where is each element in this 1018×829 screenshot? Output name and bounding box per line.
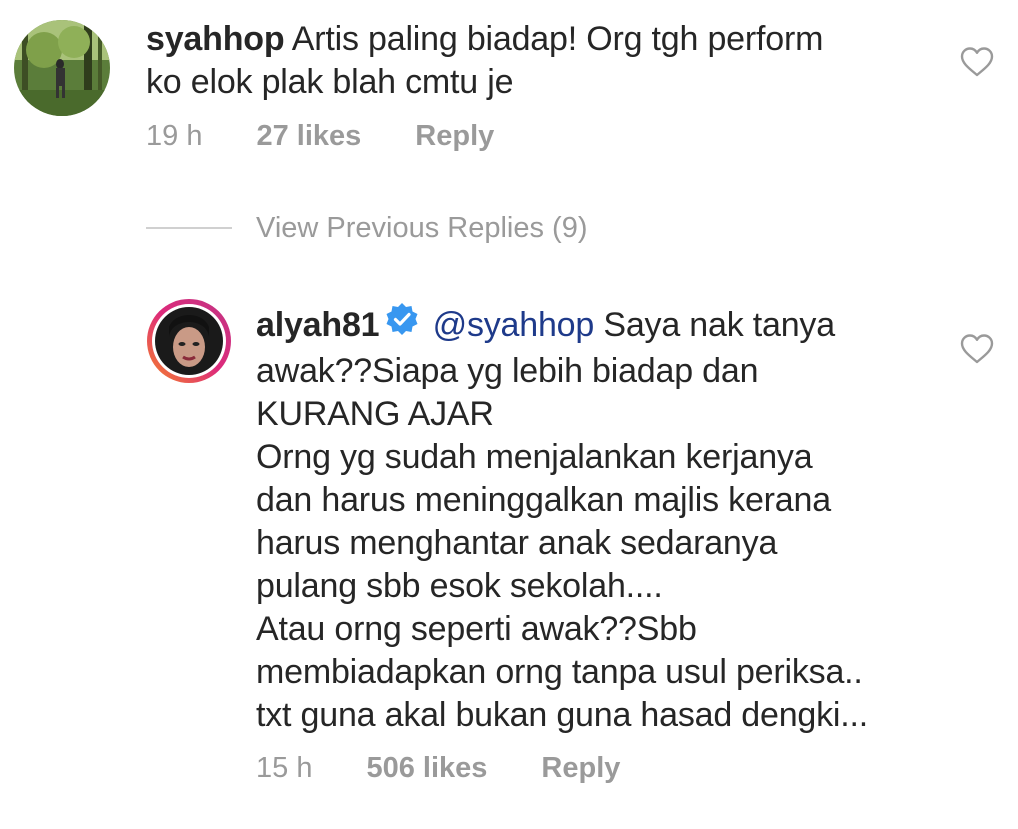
forest-photo-icon: [14, 20, 110, 116]
comment-body-line: Atau orng seperti awak??Sbb: [256, 609, 697, 648]
timestamp: 15 h: [256, 752, 313, 784]
timestamp: 19 h: [146, 120, 203, 152]
comment-body-line: txt guna akal bukan guna hasad dengki...: [256, 695, 869, 734]
comment-text-alyah81: alyah81 @syahhop Saya nak tanya awak??Si…: [256, 302, 869, 737]
comment-body-line: KURANG AJAR: [256, 394, 494, 433]
likes-count[interactable]: 506 likes: [366, 752, 487, 785]
comment-text-syahhop: syahhop Artis paling biadap! Org tgh per…: [146, 18, 823, 104]
comment-body-line: harus menghantar anak sedaranya: [256, 523, 778, 562]
comment-body-line: awak??Siapa yg lebih biadap dan: [256, 351, 759, 390]
comment-body-line: dan harus meninggalkan majlis kerana: [256, 480, 831, 519]
likes-count[interactable]: 27 likes: [256, 120, 361, 153]
heart-icon[interactable]: [960, 46, 994, 78]
comment-body-line: ko elok plak blah cmtu je: [146, 63, 514, 101]
view-previous-replies-button[interactable]: View Previous Replies (9): [256, 212, 588, 245]
divider: [146, 227, 232, 229]
avatar-syahhop[interactable]: [14, 20, 110, 116]
username-alyah81[interactable]: alyah81: [256, 306, 380, 344]
comment-body-line: pulang sbb esok sekolah....: [256, 566, 663, 605]
verified-badge-icon: [385, 302, 419, 347]
heart-icon[interactable]: [960, 333, 994, 365]
comment-meta-syahhop: 19 h 27 likes Reply: [146, 120, 494, 153]
comment-body-line: Saya nak tanya: [603, 306, 835, 344]
mention-link[interactable]: @syahhop: [433, 306, 595, 344]
username-syahhop[interactable]: syahhop: [146, 20, 285, 58]
comment-body-line: Orng yg sudah menjalankan kerjanya: [256, 437, 813, 476]
comment-body-line: Artis paling biadap! Org tgh perform: [291, 20, 824, 58]
reply-button[interactable]: Reply: [415, 120, 494, 153]
comment-meta-alyah81: 15 h 506 likes Reply: [256, 752, 620, 785]
comment-body-line: membiadapkan orng tanpa usul periksa..: [256, 652, 863, 691]
avatar-alyah81[interactable]: [145, 297, 233, 385]
reply-button[interactable]: Reply: [541, 752, 620, 785]
story-ring-avatar-icon: [147, 299, 231, 383]
